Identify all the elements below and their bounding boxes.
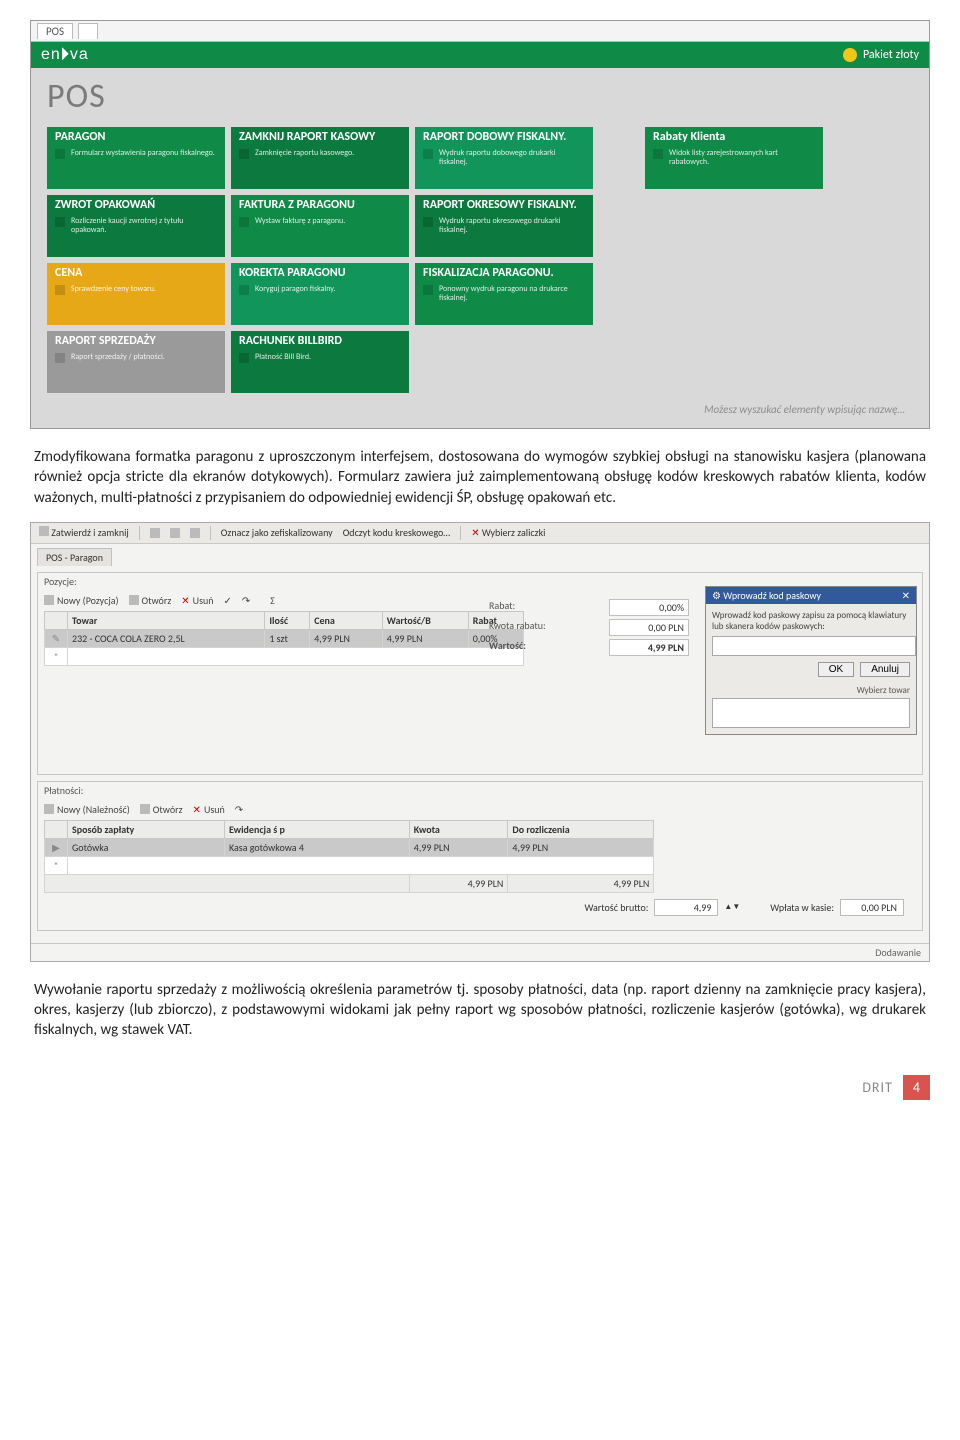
barcode-dialog: ⚙ Wprowadź kod paskowy ✕ Wprowadź kod pa… (705, 586, 917, 735)
window-tabs: POS (31, 21, 929, 42)
barcode-dialog-title: ⚙ Wprowadź kod paskowy ✕ (706, 587, 916, 604)
tile-fiskalizacja-paragonu[interactable]: FISKALIZACJA PARAGONU.Ponowny wydruk par… (415, 263, 593, 325)
barcode-input[interactable] (712, 636, 916, 656)
spinner-icon[interactable]: ▲▼ (724, 902, 740, 912)
ok-button[interactable]: OK (818, 662, 854, 677)
col-ewid[interactable]: Ewidencja ś p (224, 820, 409, 838)
page-number: 4 (903, 1075, 930, 1100)
payments-table: Sposób zapłaty Ewidencja ś p Kwota Do ro… (44, 820, 654, 893)
table-row[interactable]: ✎ 232 - COCA COLA ZERO 2,5L 1 szt 4,99 P… (45, 629, 524, 647)
wartosc-label: Wartość: (489, 639, 526, 656)
col-sposob[interactable]: Sposób zapłaty (68, 820, 225, 838)
col-cena[interactable]: Cena (310, 611, 383, 629)
delete-payment-button[interactable]: ✕Usuń (193, 803, 225, 816)
close-icon[interactable]: ✕ (902, 589, 910, 602)
page-footer: DRIT 4 (30, 1075, 930, 1100)
tile-zamknij-raport-kasowy[interactable]: ZAMKNIJ RAPORT KASOWYZamknięcie raportu … (231, 127, 409, 189)
window-tab-pos[interactable]: POS (37, 23, 73, 39)
status-bar: Dodawanie (31, 943, 929, 961)
tile-zwrot-opakowań[interactable]: ZWROT OPAKOWAŃRozliczenie kaucji zwrotne… (47, 195, 225, 257)
new-payment-button[interactable]: Nowy (Należność) (44, 803, 130, 816)
toolbar-icon[interactable]: ↷ (242, 594, 250, 607)
package-badge: Pakiet złoty (843, 48, 919, 62)
sum-icon[interactable]: Σ (270, 594, 275, 607)
kwota-rabatu-label: Kwota rabatu: (489, 619, 546, 636)
col-rozl[interactable]: Do rozliczenia (508, 820, 654, 838)
payments-toolbar: Nowy (Należność) Otwórz ✕Usuń ↷ (44, 803, 916, 816)
form-toolbar: Zatwierdź i zamknij Oznacz jako zefiskal… (31, 523, 929, 544)
delete-position-button[interactable]: ✕Usuń (181, 594, 213, 607)
new-position-button[interactable]: Nowy (Pozycja) (44, 594, 119, 607)
tile-rabaty-klienta[interactable]: Rabaty KlientaWidok listy zarejestrowany… (645, 127, 823, 189)
brand-logo: en⏵va (41, 46, 89, 64)
paragon-form-screenshot: Zatwierdź i zamknij Oznacz jako zefiskal… (30, 522, 930, 962)
paragraph-2: Wywołanie raportu sprzedaży z możliwości… (34, 980, 926, 1041)
col-kwota[interactable]: Kwota (409, 820, 508, 838)
toolbar-icon[interactable]: ↷ (235, 803, 243, 816)
search-hint: Możesz wyszukać elementy wpisując nazwę… (31, 393, 929, 420)
table-row-empty[interactable]: * (45, 856, 654, 874)
toolbar-icon[interactable] (190, 528, 200, 538)
footer-drit: DRIT (862, 1079, 893, 1096)
row-marker-col (45, 611, 68, 629)
package-label: Pakiet złoty (863, 48, 919, 62)
form-footer-values: Wartość brutto: 4,99 ▲▼ Wpłata w kasie: 0,0… (44, 893, 916, 922)
mark-fiscalized-button[interactable]: Oznacz jako zefiskalizowany (221, 526, 333, 539)
kwota-rabatu-value: 0,00 PLN (609, 619, 689, 636)
tile-korekta-paragonu[interactable]: KOREKTA PARAGONUKoryguj paragon fiskalny… (231, 263, 409, 325)
tile-raport-sprzedaży[interactable]: RAPORT SPRZEDAŻYRaport sprzedaży / płatn… (47, 331, 225, 393)
tile-cena[interactable]: CENASprawdzenie ceny towaru. (47, 263, 225, 325)
payments-label: Płatności: (38, 782, 922, 799)
totals-summary: Rabat: 0,00% Kwota rabatu: 0,00 PLN Wartoś… (489, 596, 689, 659)
col-towar[interactable]: Towar (68, 611, 265, 629)
open-position-button[interactable]: Otwórz (129, 594, 172, 607)
brutto-value: 4,99 (654, 899, 718, 916)
toolbar-icon[interactable] (150, 528, 160, 538)
toolbar-icon[interactable]: ✓ (224, 594, 232, 607)
tile-raport-dobowy-fiskalny[interactable]: RAPORT DOBOWY FISKALNY.Wydruk raportu do… (415, 127, 593, 189)
cancel-button[interactable]: Anuluj (860, 662, 910, 677)
brutto-label: Wartość brutto: (584, 901, 648, 914)
select-product-label: Wybierz towar (712, 685, 910, 696)
window-tab-extra[interactable] (78, 23, 99, 39)
tiles-grid: PARAGONFormularz wystawienia paragonu fi… (31, 127, 929, 393)
select-advances-button[interactable]: ✕ Wybierz zaliczki (471, 526, 545, 539)
tile-rachunek-billbird[interactable]: RACHUNEK BILLBIRDPłatność Bill Bird. (231, 331, 409, 393)
scan-barcode-button[interactable]: Odczyt kodu kreskowego… (343, 526, 451, 539)
form-tab[interactable]: POS - Paragon (37, 548, 112, 566)
tile-raport-okresowy-fiskalny[interactable]: RAPORT OKRESOWY FISKALNY.Wydruk raportu … (415, 195, 593, 257)
open-payment-button[interactable]: Otwórz (140, 803, 183, 816)
table-row[interactable]: ▶ Gotówka Kasa gotówkowa 4 4,99 PLN 4,99… (45, 838, 654, 856)
package-dot-icon (843, 48, 857, 62)
tile-faktura-z-paragonu[interactable]: FAKTURA Z PARAGONUWystaw fakturę z parag… (231, 195, 409, 257)
toolbar-icon[interactable] (170, 528, 180, 538)
barcode-hint: Wprowadź kod paskowy zapisu za pomocą kl… (712, 610, 910, 632)
save-and-close-button[interactable]: Zatwierdź i zamknij (39, 526, 129, 539)
select-product-box[interactable] (712, 698, 910, 728)
payments-group: Płatności: Nowy (Należność) Otwórz ✕Usuń… (37, 781, 923, 931)
rabat-value: 0,00% (609, 599, 689, 616)
wplata-label: Wpłata w kasie: (770, 901, 834, 914)
col-ilosc[interactable]: Ilość (265, 611, 310, 629)
brand-bar: en⏵va Pakiet złoty (31, 42, 929, 68)
wplata-value: 0,00 PLN (840, 899, 904, 916)
payments-totals: 4,99 PLN 4,99 PLN (45, 874, 654, 892)
col-wartosc[interactable]: Wartość/B (382, 611, 468, 629)
wartosc-value: 4,99 PLN (609, 639, 689, 656)
rabat-label: Rabat: (489, 599, 515, 616)
pos-menu-screenshot: POS en⏵va Pakiet złoty POS PARAGONFormul… (30, 20, 930, 429)
tile-paragon[interactable]: PARAGONFormularz wystawienia paragonu fi… (47, 127, 225, 189)
page-title: POS (31, 68, 929, 127)
positions-table: Towar Ilość Cena Wartość/B Rabat ✎ 232 -… (44, 611, 524, 666)
paragraph-1: Zmodyfikowana formatka paragonu z uprosz… (34, 447, 926, 508)
row-marker-col (45, 820, 68, 838)
table-row-empty[interactable]: * (45, 647, 524, 665)
